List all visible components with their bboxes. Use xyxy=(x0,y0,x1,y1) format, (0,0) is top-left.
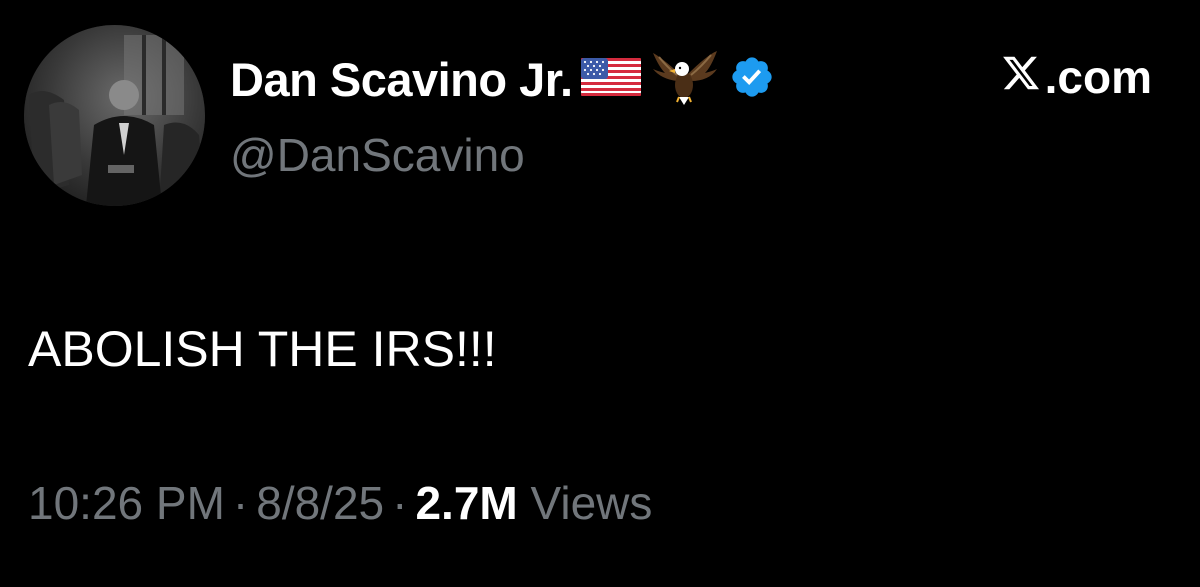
meta-separator: · xyxy=(392,477,408,529)
tweet-time[interactable]: 10:26 PM xyxy=(28,477,225,529)
author-handle[interactable]: @DanScavino xyxy=(230,128,525,182)
views-count[interactable]: 2.7M xyxy=(415,477,517,529)
meta-separator: · xyxy=(232,477,249,529)
author-name-row[interactable]: Dan Scavino Jr. xyxy=(230,44,775,114)
site-domain-text: .com xyxy=(1044,51,1152,103)
verified-icon[interactable] xyxy=(729,54,775,105)
x-logo-icon xyxy=(1001,50,1041,104)
avatar-photo xyxy=(24,25,205,206)
tweet-date[interactable]: 8/8/25 xyxy=(256,477,384,529)
eagle-icon xyxy=(651,47,719,112)
views-label: Views xyxy=(530,477,653,529)
us-flag-icon xyxy=(580,57,641,101)
tweet-text: ABOLISH THE IRS!!! xyxy=(28,321,497,377)
tweet-meta: 10:26 PM · 8/8/25 · 2.7M Views xyxy=(28,476,652,530)
display-name[interactable]: Dan Scavino Jr. xyxy=(230,52,573,107)
x-com-label[interactable]: .com xyxy=(1001,50,1152,104)
avatar[interactable] xyxy=(24,25,205,206)
